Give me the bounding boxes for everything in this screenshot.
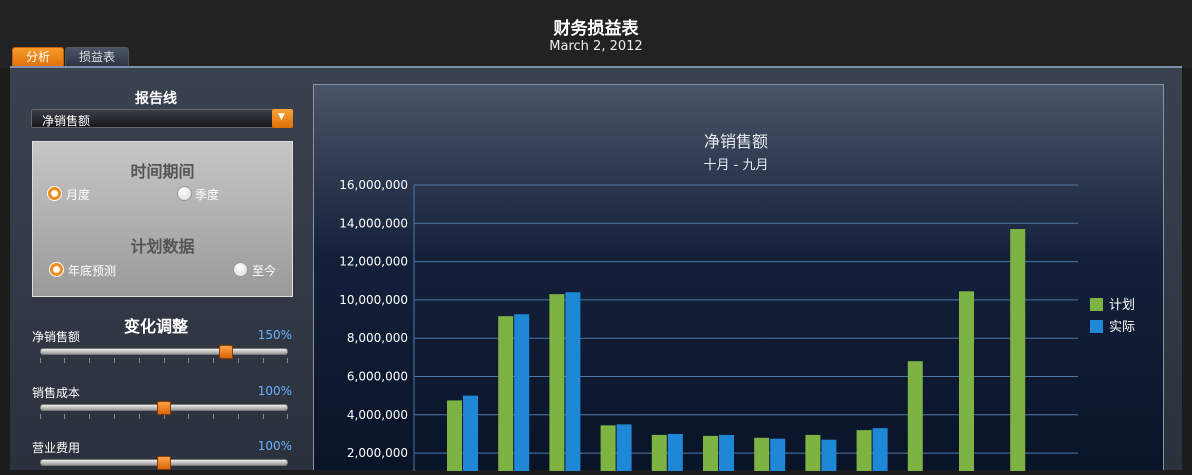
dropdown-value: 净销售额 [42, 114, 91, 128]
slider-value-net-sales: 150% [257, 328, 292, 342]
y-tick-label: 10,000,000 [339, 293, 408, 307]
slider-net-sales[interactable] [40, 348, 288, 355]
bar-plan [856, 430, 872, 475]
bar-plan [549, 294, 565, 475]
slider-ticks [40, 358, 288, 364]
bar-actual [770, 438, 786, 475]
slider-label-net-sales: 净销售额 [32, 330, 81, 344]
time-period-title: 时间期间 [130, 162, 195, 181]
bar-plan [805, 434, 821, 475]
y-tick-label: 12,000,000 [339, 255, 408, 269]
bar-actual [514, 314, 530, 475]
bar-plan [959, 291, 974, 475]
y-tick-label: 14,000,000 [339, 216, 408, 230]
report-line-dropdown[interactable]: 净销售额 ▼ [31, 109, 293, 128]
bar-actual [719, 434, 734, 475]
y-tick-label: 16,000,000 [339, 178, 408, 192]
report-line-title: 报告线 [135, 91, 177, 107]
slider-thumb-net-sales[interactable] [219, 345, 233, 359]
radio-monthly-label: 月度 [66, 188, 91, 202]
bar-plan [907, 361, 923, 475]
slider-thumb-operating-expenses[interactable] [157, 456, 171, 470]
bar-plan [703, 435, 718, 475]
bar-plan [1010, 229, 1026, 475]
legend-label-actual: 实际 [1109, 320, 1135, 335]
tab-analysis[interactable]: 分析 [12, 47, 64, 67]
bar-plan [600, 425, 616, 475]
bar-plan [754, 437, 770, 475]
bar-actual [667, 433, 683, 475]
bar-plan [498, 316, 514, 475]
y-tick-label: 2,000,000 [347, 446, 408, 460]
bar-actual [616, 424, 632, 475]
plan-data-title: 计划数据 [130, 237, 195, 256]
radio-monthly[interactable] [47, 186, 62, 201]
main-area: 报告线 净销售额 ▼ 时间期间 月度 季度 计划数据 年底预测 至今 变化调整 … [10, 68, 1182, 475]
bar-actual [821, 439, 837, 475]
bar-actual [463, 395, 478, 475]
legend-swatch-actual [1090, 320, 1103, 333]
slider-value-operating-expenses: 100% [257, 439, 292, 453]
y-tick-label: 6,000,000 [347, 370, 408, 384]
page-title: 财务损益表 [553, 19, 639, 39]
chart-subtitle: 十月 - 九月 [704, 158, 769, 173]
bar-plan [651, 434, 667, 475]
legend-label-plan: 计划 [1109, 298, 1135, 313]
app-header: 财务损益表 March 2, 2012 分析 损益表 [0, 0, 1192, 68]
bar-actual [872, 428, 888, 475]
bar-actual [565, 292, 581, 475]
radio-quarterly[interactable] [177, 186, 192, 201]
y-tick-label: 8,000,000 [347, 331, 408, 345]
slider-label-operating-expenses: 营业费用 [32, 441, 81, 455]
slider-value-cost-of-sales: 100% [257, 384, 292, 398]
radio-year-end-forecast[interactable] [49, 262, 64, 277]
tab-income-statement[interactable]: 损益表 [65, 47, 129, 67]
slider-label-cost-of-sales: 销售成本 [32, 386, 81, 400]
chart-title: 净销售额 [704, 132, 768, 151]
slider-thumb-cost-of-sales[interactable] [157, 401, 171, 415]
control-panel: 报告线 净销售额 ▼ 时间期间 月度 季度 计划数据 年底预测 至今 变化调整 … [10, 68, 302, 470]
y-tick-label: 4,000,000 [347, 408, 408, 422]
bar-plan [447, 400, 462, 475]
radio-to-date-label: 至今 [252, 264, 277, 278]
radio-quarterly-label: 季度 [195, 188, 220, 202]
chevron-down-icon: ▼ [278, 112, 285, 122]
legend-swatch-plan [1090, 298, 1103, 311]
net-sales-chart: 净销售额十月 - 九月 16,000,000 14,000,000 12,000,00… [339, 132, 1135, 475]
options-panel: 时间期间 月度 季度 计划数据 年底预测 至今 [32, 141, 293, 297]
dropdown-arrow-button[interactable]: ▼ [272, 109, 293, 128]
radio-to-date[interactable] [233, 262, 248, 277]
radio-year-end-forecast-label: 年底预测 [68, 264, 117, 278]
chart-panel: 净销售额十月 - 九月 16,000,000 14,000,000 12,000,00… [313, 84, 1164, 475]
report-date: March 2, 2012 [549, 39, 643, 54]
